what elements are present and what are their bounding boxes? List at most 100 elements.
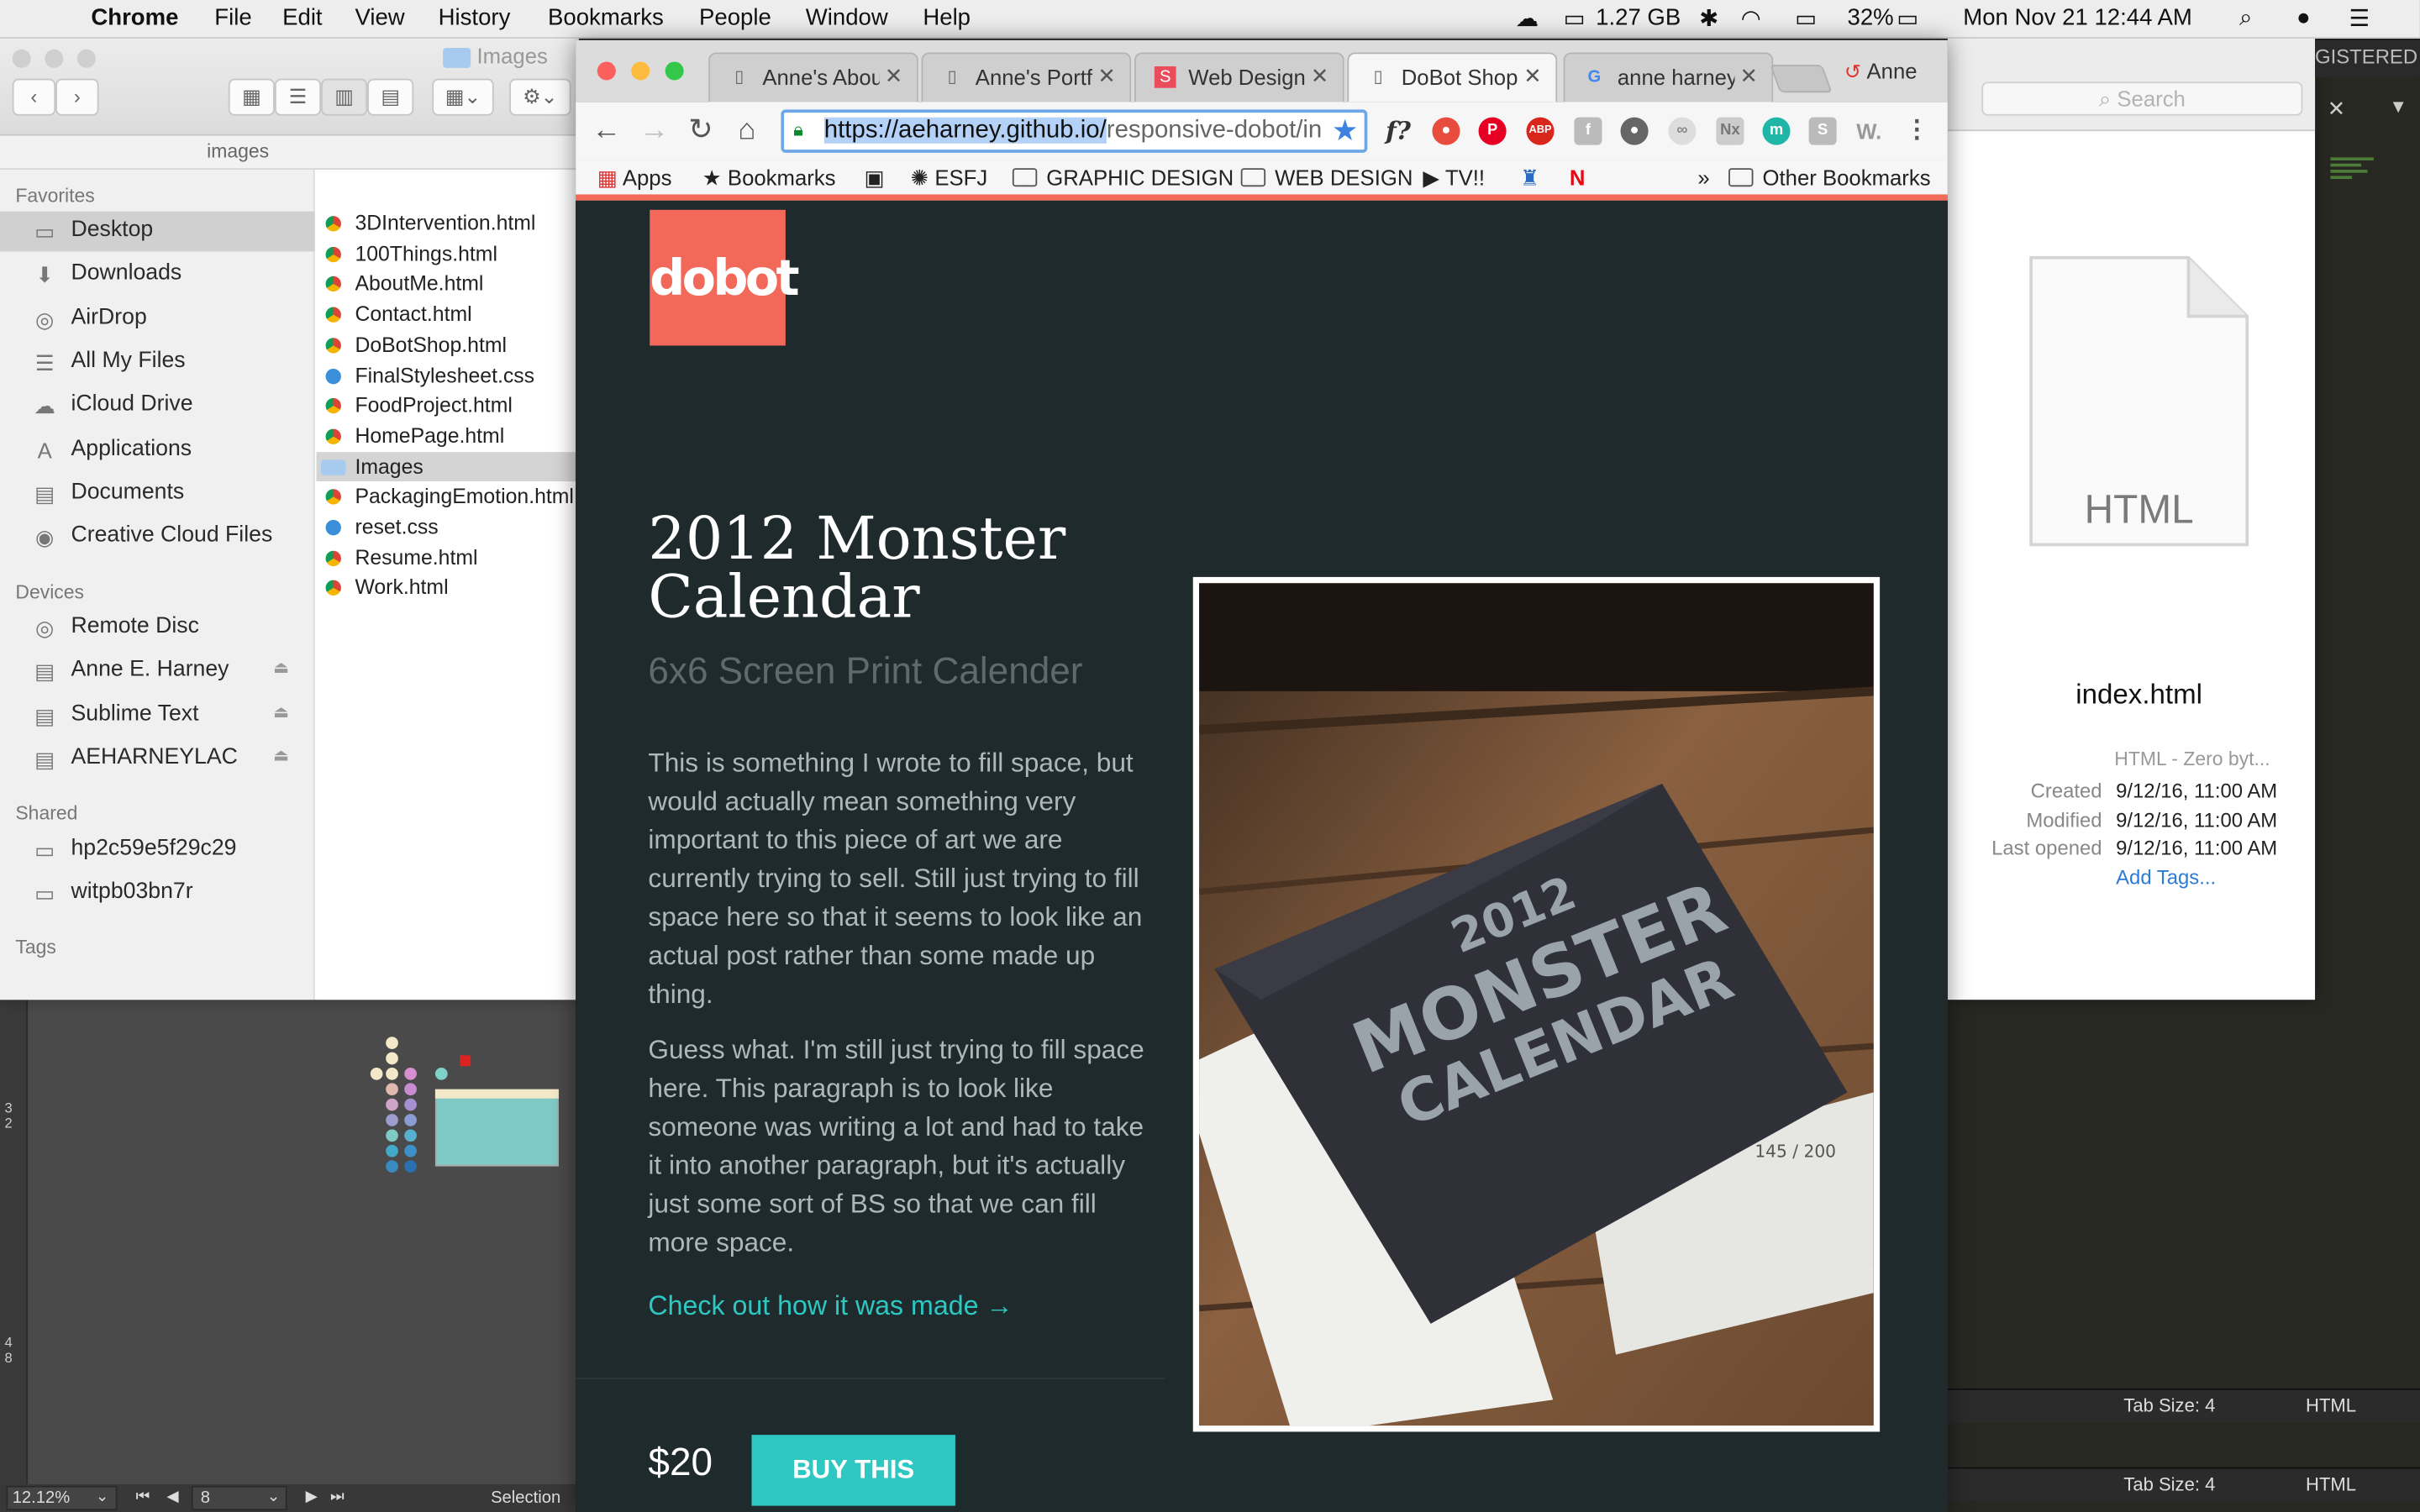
eject-icon[interactable]: ⏏ [273, 745, 289, 765]
zoom-window-button[interactable] [76, 49, 96, 68]
file-row[interactable]: Resume.html [317, 543, 579, 573]
close-tab-icon[interactable]: ✕ [885, 63, 903, 89]
add-tags-link[interactable]: Add Tags... [2116, 865, 2216, 889]
close-tab-icon[interactable]: ✕ [1311, 63, 1329, 89]
product-photo[interactable]: 2012 MONSTER CALENDAR 145 / 200 [1192, 576, 1881, 1432]
minimize-window-button[interactable] [45, 49, 64, 68]
tab-size-indicator[interactable]: Tab Size: 4 [2123, 1394, 2215, 1416]
minimap[interactable] [2330, 155, 2376, 216]
extension-icon[interactable]: ● [1620, 117, 1649, 145]
syntax-indicator[interactable]: HTML [2306, 1394, 2356, 1416]
font-finder-extension-icon[interactable]: f? [1385, 117, 1413, 145]
tv-bookmark[interactable]: ▶ TV!! [1423, 165, 1485, 192]
file-row[interactable]: PackagingEmotion.html [317, 482, 579, 512]
close-tab-icon[interactable]: ✕ [1097, 63, 1116, 89]
bookmarks-bookmark[interactable]: ★ Bookmarks [702, 165, 836, 192]
extension-icon[interactable]: ∞ [1668, 117, 1697, 145]
file-row[interactable]: AboutMe.html [317, 269, 579, 299]
dropdown-icon[interactable]: ▼ [2389, 96, 2407, 118]
file-row[interactable]: FoodProject.html [317, 391, 579, 421]
sidebar-item-airdrop[interactable]: ◎ AirDrop [0, 299, 315, 339]
how-it-was-made-link[interactable]: Check out how it was made → [648, 1289, 1013, 1322]
extension-icon[interactable]: f [1574, 117, 1602, 145]
menu-window[interactable]: Window [806, 5, 888, 31]
battery-percent[interactable]: 32% [1848, 5, 1894, 31]
more-bookmarks-chevron[interactable]: » [1697, 165, 1709, 190]
file-row[interactable]: Contact.html [317, 299, 579, 329]
menu-edit[interactable]: Edit [282, 5, 322, 31]
syntax-indicator[interactable]: HTML [2306, 1473, 2356, 1495]
home-icon[interactable]: ⌂ [730, 114, 764, 148]
other-bookmarks-folder[interactable]: Other Bookmarks [1728, 165, 1931, 190]
sidebar-item-downloads[interactable]: ⬇ Downloads [0, 255, 315, 295]
memory-icon[interactable]: ▭ [1564, 5, 1586, 32]
next-page-icon[interactable]: ▶ [306, 1488, 318, 1505]
menu-kebab-icon[interactable]: ⋮ [1903, 118, 1931, 145]
browser-tab[interactable]: S Web Design ✕ [1134, 52, 1344, 102]
browser-tab[interactable]: Ganne harney ✕ [1563, 52, 1774, 102]
file-row[interactable]: Work.html [317, 573, 579, 603]
eject-icon[interactable]: ⏏ [273, 657, 289, 677]
browser-tab[interactable]: ▯ Anne's About ✕ [708, 52, 918, 102]
close-tab-icon[interactable]: ✕ [1523, 63, 1542, 89]
artboard-thumbnail[interactable] [367, 1034, 568, 1189]
sidebar-item-desktop[interactable]: ▭ Desktop [0, 211, 315, 252]
tab-size-indicator[interactable]: Tab Size: 4 [2123, 1473, 2215, 1495]
sidebar-item-applications[interactable]: A Applications [0, 430, 315, 470]
web-design-folder[interactable]: WEB DESIGN [1240, 165, 1413, 190]
file-row[interactable]: 100Things.html [317, 239, 579, 269]
file-row[interactable]: 3DIntervention.html [317, 208, 579, 239]
battery-icon[interactable]: ▭ [1897, 5, 1918, 32]
browser-tab[interactable]: ▯ DoBot Shop ✕ [1347, 52, 1558, 102]
sidebar-item-icloud-drive[interactable]: ☁ iCloud Drive [0, 386, 315, 426]
extension-icon[interactable]: S [1808, 117, 1837, 145]
sidebar-item-remote-disc[interactable]: ◎ Remote Disc [0, 608, 315, 648]
first-page-icon[interactable]: ⏮ [136, 1488, 150, 1505]
spotlight-search-icon[interactable]: ⌕ [2239, 5, 2252, 31]
page-chevron-icon[interactable]: ⌄ [267, 1488, 280, 1505]
back-arrow-icon[interactable]: ← [590, 114, 623, 148]
bookmark-icon-item[interactable]: ♜ [1520, 165, 1539, 192]
dobot-logo[interactable]: dobot [650, 209, 800, 346]
icon-view-button[interactable]: ▦ [228, 78, 275, 116]
forward-arrow-icon[interactable]: → [638, 114, 671, 148]
adblock-plus-extension-icon[interactable]: ABP [1526, 117, 1555, 145]
address-bar[interactable]: 🔒︎ https://aeharney.github.io/responsive… [781, 109, 1368, 153]
arrange-button[interactable]: ▦⌄ [432, 78, 494, 116]
last-page-icon[interactable]: ⏭ [330, 1488, 345, 1505]
menu-app-name[interactable]: Chrome [91, 5, 178, 31]
close-window-button[interactable] [12, 49, 31, 68]
bookmark-star-icon[interactable]: ★ [1332, 114, 1358, 150]
sidebar-item-aeharneylac[interactable]: ▤ AEHARNEYLAC ⏏ [0, 739, 315, 780]
list-view-button[interactable]: ☰ [274, 78, 322, 116]
close-window-button[interactable] [597, 61, 616, 81]
menu-help[interactable]: Help [923, 5, 971, 31]
close-tab-icon[interactable]: ✕ [1739, 63, 1758, 89]
file-row[interactable]: reset.css [317, 512, 579, 543]
notification-center-icon[interactable]: ☰ [2349, 5, 2370, 32]
bluetooth-icon[interactable]: ✱ [1699, 5, 1718, 32]
menu-bookmarks[interactable]: Bookmarks [548, 5, 664, 31]
zoom-chevron-icon[interactable]: ⌄ [96, 1488, 108, 1505]
wifi-icon[interactable]: ◠ [1741, 5, 1761, 32]
reload-icon[interactable]: ↻ [684, 114, 718, 148]
profile-button[interactable]: ↺ Anne [1844, 59, 1918, 85]
menu-file[interactable]: File [214, 5, 251, 31]
sidebar-item-witpb03bn7r[interactable]: ▭ witpb03bn7r [0, 874, 315, 914]
column-view-button[interactable]: ▥ [321, 78, 368, 116]
netflix-icon[interactable]: N [1570, 165, 1586, 190]
menu-history[interactable]: History [439, 5, 511, 31]
extension-icon[interactable]: W. [1855, 118, 1883, 145]
buy-button[interactable]: BUY THIS [751, 1435, 955, 1506]
cover-flow-button[interactable]: ▤ [367, 78, 414, 116]
extension-icon[interactable]: Nx [1716, 117, 1744, 145]
pinterest-extension-icon[interactable]: P [1478, 117, 1507, 145]
airplay-icon[interactable]: ▭ [1795, 5, 1817, 32]
sidebar-item-all-my-files[interactable]: ☰ All My Files [0, 343, 315, 383]
esfj-bookmark[interactable]: ✺ ESFJ [911, 165, 988, 192]
zoom-window-button[interactable] [665, 61, 684, 81]
menu-view[interactable]: View [355, 5, 404, 31]
siri-icon[interactable]: ● [2296, 5, 2311, 31]
file-row[interactable]: DoBotShop.html [317, 330, 579, 360]
bookmark-icon-item[interactable]: ▣ [865, 165, 885, 192]
